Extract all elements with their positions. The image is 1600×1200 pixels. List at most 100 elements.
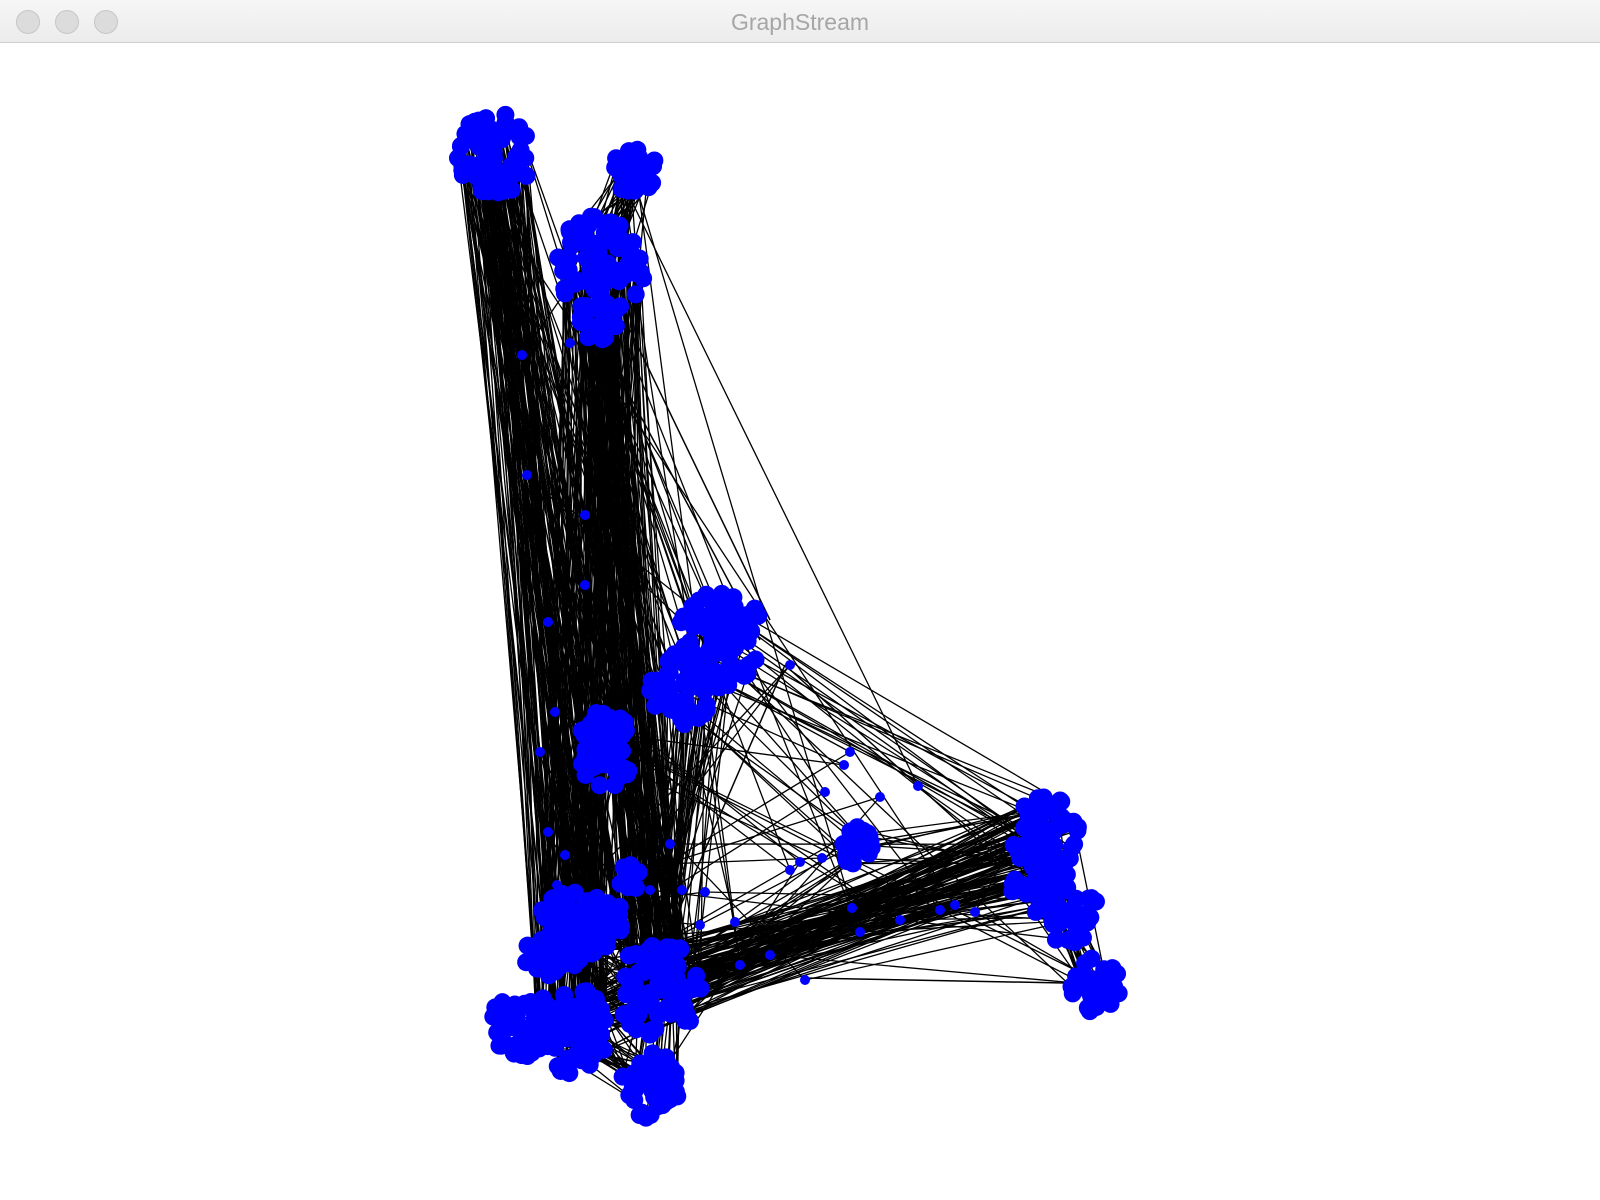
graph-node[interactable] [507, 147, 526, 166]
graph-node[interactable] [875, 792, 885, 802]
graph-node[interactable] [630, 1106, 649, 1125]
graph-node[interactable] [710, 623, 729, 642]
graph-node[interactable] [541, 900, 560, 919]
graph-node[interactable] [785, 865, 795, 875]
graph-node[interactable] [594, 1040, 613, 1059]
graph-node[interactable] [552, 880, 562, 890]
graph-node[interactable] [1029, 882, 1048, 901]
graph-node[interactable] [543, 827, 553, 837]
graph-node[interactable] [1062, 838, 1081, 857]
graph-node[interactable] [970, 907, 980, 917]
graph-node[interactable] [664, 647, 683, 666]
graph-node[interactable] [575, 908, 594, 927]
graph-node[interactable] [1043, 914, 1062, 933]
graph-node[interactable] [732, 613, 751, 632]
graph-node[interactable] [592, 1025, 611, 1044]
graph-node[interactable] [705, 608, 724, 627]
graph-node[interactable] [510, 127, 529, 146]
graph-node[interactable] [695, 920, 705, 930]
graph-node[interactable] [1026, 854, 1045, 873]
graph-node[interactable] [656, 981, 675, 1000]
graph-node[interactable] [612, 766, 631, 785]
graph-node[interactable] [517, 166, 536, 185]
graph-node[interactable] [625, 1081, 644, 1100]
graph-node[interactable] [550, 707, 560, 717]
graph-node[interactable] [785, 660, 795, 670]
graph-node[interactable] [765, 950, 775, 960]
graph-node[interactable] [835, 835, 854, 854]
graph-node[interactable] [474, 121, 493, 140]
graph-node[interactable] [817, 853, 827, 863]
graph-node[interactable] [1108, 964, 1127, 983]
graph-node[interactable] [839, 760, 849, 770]
graph-node[interactable] [617, 241, 636, 260]
graph-node[interactable] [1034, 788, 1053, 807]
graph-node[interactable] [697, 700, 716, 719]
graph-node[interactable] [589, 317, 608, 336]
graph-node[interactable] [517, 350, 527, 360]
graph-node[interactable] [581, 933, 600, 952]
graph-node[interactable] [745, 599, 764, 618]
graph-node[interactable] [606, 301, 625, 320]
graph-node[interactable] [682, 708, 701, 727]
graph-node[interactable] [735, 960, 745, 970]
graph-node[interactable] [1005, 870, 1024, 889]
graph-node[interactable] [858, 843, 877, 862]
graph-node[interactable] [551, 956, 570, 975]
graph-node[interactable] [590, 999, 609, 1018]
graph-node[interactable] [642, 671, 661, 690]
graph-node[interactable] [795, 857, 805, 867]
graph-node[interactable] [739, 655, 758, 674]
graph-node[interactable] [645, 151, 664, 170]
graph-node[interactable] [470, 137, 489, 156]
graph-node[interactable] [626, 285, 645, 304]
graph-node[interactable] [730, 917, 740, 927]
graph-node[interactable] [577, 892, 596, 911]
graph-node[interactable] [1073, 928, 1092, 947]
graph-node[interactable] [562, 235, 581, 254]
graph-node[interactable] [935, 905, 945, 915]
graph-node[interactable] [847, 903, 857, 913]
graph-node[interactable] [472, 177, 491, 196]
graph-node[interactable] [646, 1019, 665, 1038]
graph-node[interactable] [522, 470, 532, 480]
graph-node[interactable] [609, 272, 628, 291]
graph-node[interactable] [689, 591, 708, 610]
graph-node[interactable] [1078, 998, 1097, 1017]
graph-node[interactable] [572, 1051, 591, 1070]
graph-node[interactable] [666, 1071, 685, 1090]
graph-node[interactable] [636, 173, 655, 192]
graph-node[interactable] [545, 930, 564, 949]
graph-node[interactable] [551, 1001, 570, 1020]
graph-node[interactable] [565, 338, 575, 348]
graph-node[interactable] [1054, 866, 1073, 885]
graph-node[interactable] [584, 244, 603, 263]
graph-node[interactable] [527, 1018, 546, 1037]
graph-node[interactable] [496, 105, 515, 124]
graph-node[interactable] [895, 915, 905, 925]
graph-node[interactable] [490, 1024, 509, 1043]
graph-node[interactable] [629, 863, 648, 882]
graph-node[interactable] [624, 1064, 643, 1083]
graph-node[interactable] [687, 612, 706, 631]
graph-node[interactable] [855, 927, 865, 937]
graph-node[interactable] [677, 885, 687, 895]
graph-node[interactable] [484, 148, 503, 167]
graph-node[interactable] [1052, 792, 1071, 811]
graph-node[interactable] [580, 510, 590, 520]
graph-node[interactable] [611, 874, 630, 893]
graph-node[interactable] [595, 730, 614, 749]
graph-node[interactable] [719, 658, 738, 677]
graph-node[interactable] [560, 220, 579, 239]
graph-node[interactable] [665, 839, 675, 849]
graph-node[interactable] [530, 1039, 549, 1058]
title-bar[interactable]: GraphStream [0, 0, 1600, 43]
graph-node[interactable] [535, 747, 545, 757]
graph-node[interactable] [950, 900, 960, 910]
graph-node[interactable] [621, 1015, 640, 1034]
graph-node[interactable] [610, 897, 629, 916]
graph-node[interactable] [555, 279, 574, 298]
graph-node[interactable] [555, 986, 574, 1005]
graph-node[interactable] [1019, 800, 1038, 819]
graph-node[interactable] [571, 308, 590, 327]
